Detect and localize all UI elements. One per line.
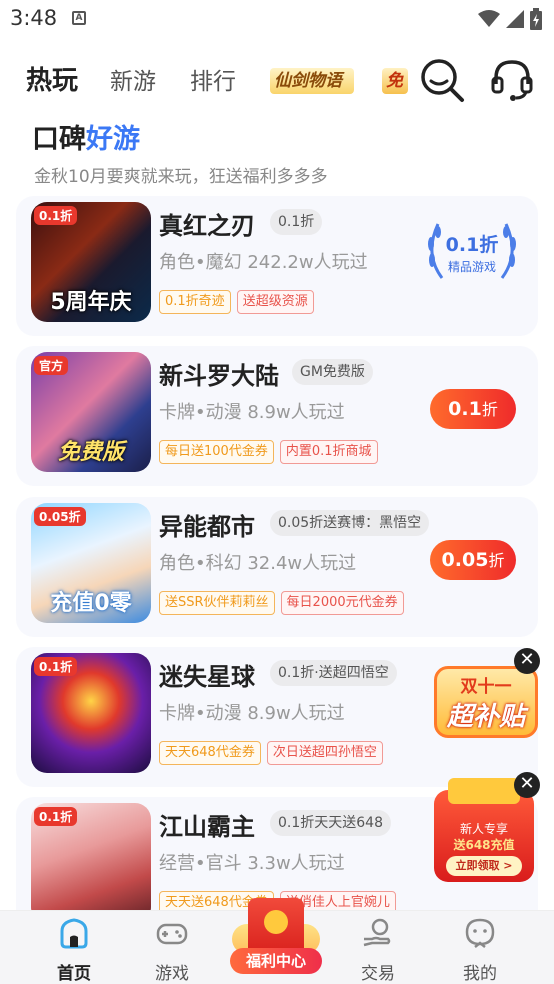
home-icon [60,918,88,949]
tab-free-label: 免费 [386,71,403,91]
wifi-icon [478,10,500,27]
nav-trade-label: 交易 [361,964,395,984]
game-badge: 0.1折天天送648 [270,810,391,836]
game-meta: 卡牌•动漫 8.9w人玩过 [159,703,345,724]
game-badge: 0.1折 [270,209,323,235]
cover-tag: 0.1折 [34,657,78,676]
game-meta: 卡牌•动漫 8.9w人玩过 [159,402,345,423]
game-cover[interactable]: 0.1折 [31,653,151,773]
cover-text: 5周年庆 [50,290,132,315]
game-meta: 经营•官斗 3.3w人玩过 [159,853,345,874]
nav-mine[interactable]: 我的 [440,911,520,984]
game-tag: 送超级资源 [236,290,314,314]
game-tag: 次日送超四孙悟空 [266,741,383,765]
award-badge: 0.1折 精品游戏 [422,214,522,284]
double11-float-ad[interactable]: 双十一 超补贴 ✕ [430,648,544,742]
tab-hot[interactable]: 热玩 [26,60,78,97]
discount-value: 0.1 [448,398,482,420]
game-tag: 每日送100代金券 [159,440,274,464]
tab-xianjian-label: 仙剑物语 [274,71,342,91]
cover-tag: 0.1折 [34,807,78,826]
headset-icon[interactable] [488,56,536,104]
discount-unit: 折 [481,400,498,419]
tab-new[interactable]: 新游 [110,62,156,96]
game-tag: 0.1折奇迹 [159,290,231,314]
tab-free[interactable]: 免费 [382,68,408,94]
envelope-seal [264,910,288,934]
nav-mine-label: 我的 [463,964,497,984]
close-icon[interactable]: ✕ [514,772,540,798]
discount-button[interactable]: 0.05折 [430,540,516,580]
cover-tag: 0.1折 [34,206,78,225]
game-card[interactable]: 官方 免费版 新斗罗大陆 GM免费版 卡牌•动漫 8.9w人玩过 每日送100代… [16,346,538,486]
game-cover[interactable]: 官方 免费版 [31,352,151,472]
game-cover[interactable]: 0.05折 充值0零 [31,503,151,623]
section-subtitle: 金秋10月要爽就来玩，狂送福利多多多 [34,167,328,187]
game-tag: 天天648代金券 [159,741,261,765]
double11-main-text: 超补贴 [446,702,525,732]
game-meta: 角色•科幻 32.4w人玩过 [159,553,357,574]
battery-icon [530,8,542,30]
game-name: 真红之刃 [159,212,255,240]
newuser-line1: 新人专享 [459,822,508,836]
double11-top-text: 双十一 [460,677,512,697]
discount-value: 0.05 [441,549,489,571]
game-cover[interactable]: 0.1折 [31,803,151,910]
nav-home[interactable]: 首页 [34,911,114,984]
game-badge: 0.1折·送超四悟空 [270,660,397,686]
game-badge: 0.05折送赛博：黑悟空 [270,510,430,536]
game-tags: 送SSR伙伴莉莉丝 每日2000元代金券 [159,591,404,615]
status-time: 3:48 [10,6,58,30]
award-label: 精品游戏 [447,260,496,274]
game-meta: 角色•魔幻 242.2w人玩过 [159,252,368,273]
game-name: 异能都市 [159,513,255,541]
nav-games-label: 游戏 [155,964,189,984]
status-bar: 3:48 A [0,0,554,40]
app-screen: 3:48 A 热玩 新游 排行 仙剑物语 免费 [0,0,554,984]
game-name: 迷失星球 [159,663,255,691]
newuser-float-ad[interactable]: 新人专享 送648充值 立即领取 > ✕ [430,772,542,884]
section-title: 口碑好游 [32,117,140,156]
nav-home-label: 首页 [57,964,91,984]
game-name: 新斗罗大陆 [159,362,279,390]
discount-button[interactable]: 0.1折 [430,389,516,429]
close-icon[interactable]: ✕ [514,648,540,674]
game-name: 江山霸主 [159,813,255,841]
cover-tag: 官方 [34,356,69,375]
game-tags: 每日送100代金券 内置0.1折商城 [159,440,378,464]
signal-icon [506,10,524,28]
game-card[interactable]: 0.05折 充值0零 异能都市 0.05折送赛博：黑悟空 角色•科幻 32.4w… [16,497,538,637]
user-icon [465,918,495,948]
search-icon[interactable] [418,56,466,104]
tab-xianjian[interactable]: 仙剑物语 [270,68,354,94]
trade-icon [363,918,391,947]
game-tags: 0.1折奇迹 送超级资源 [159,290,314,314]
newuser-line2: 送648充值 [453,838,515,852]
game-card[interactable]: 0.1折 5周年庆 真红之刃 0.1折 角色•魔幻 242.2w人玩过 0.1折… [16,196,538,336]
section-title-a: 口碑 [32,124,86,155]
newuser-coin-bag [448,778,520,804]
cover-text: 充值0零 [50,591,132,616]
game-tag: 送SSR伙伴莉莉丝 [159,591,275,615]
nav-welfare-label: 福利中心 [230,948,322,974]
nav-trade[interactable]: 交易 [338,911,418,984]
game-badge: GM免费版 [292,359,373,385]
discount-unit: 折 [488,551,505,570]
top-tab-bar: 热玩 新游 排行 仙剑物语 免费 [0,52,554,108]
game-tags: 天天648代金券 次日送超四孙悟空 [159,741,383,765]
award-value: 0.1折 [445,234,499,256]
sim-notification-icon: A [72,11,86,25]
cover-tag: 0.05折 [34,507,86,526]
cover-text: 免费版 [57,440,124,465]
status-icons [478,8,542,30]
nav-welfare-center[interactable]: 福利中心 [228,898,324,978]
gamepad-icon [156,923,188,945]
game-tag: 每日2000元代金券 [280,591,404,615]
section-title-b: 好游 [86,124,140,155]
tab-rank[interactable]: 排行 [190,62,236,96]
game-tag: 内置0.1折商城 [279,440,378,464]
newuser-claim-button[interactable]: 立即领取 > [446,856,522,876]
nav-games[interactable]: 游戏 [132,911,212,984]
game-cover[interactable]: 0.1折 5周年庆 [31,202,151,322]
